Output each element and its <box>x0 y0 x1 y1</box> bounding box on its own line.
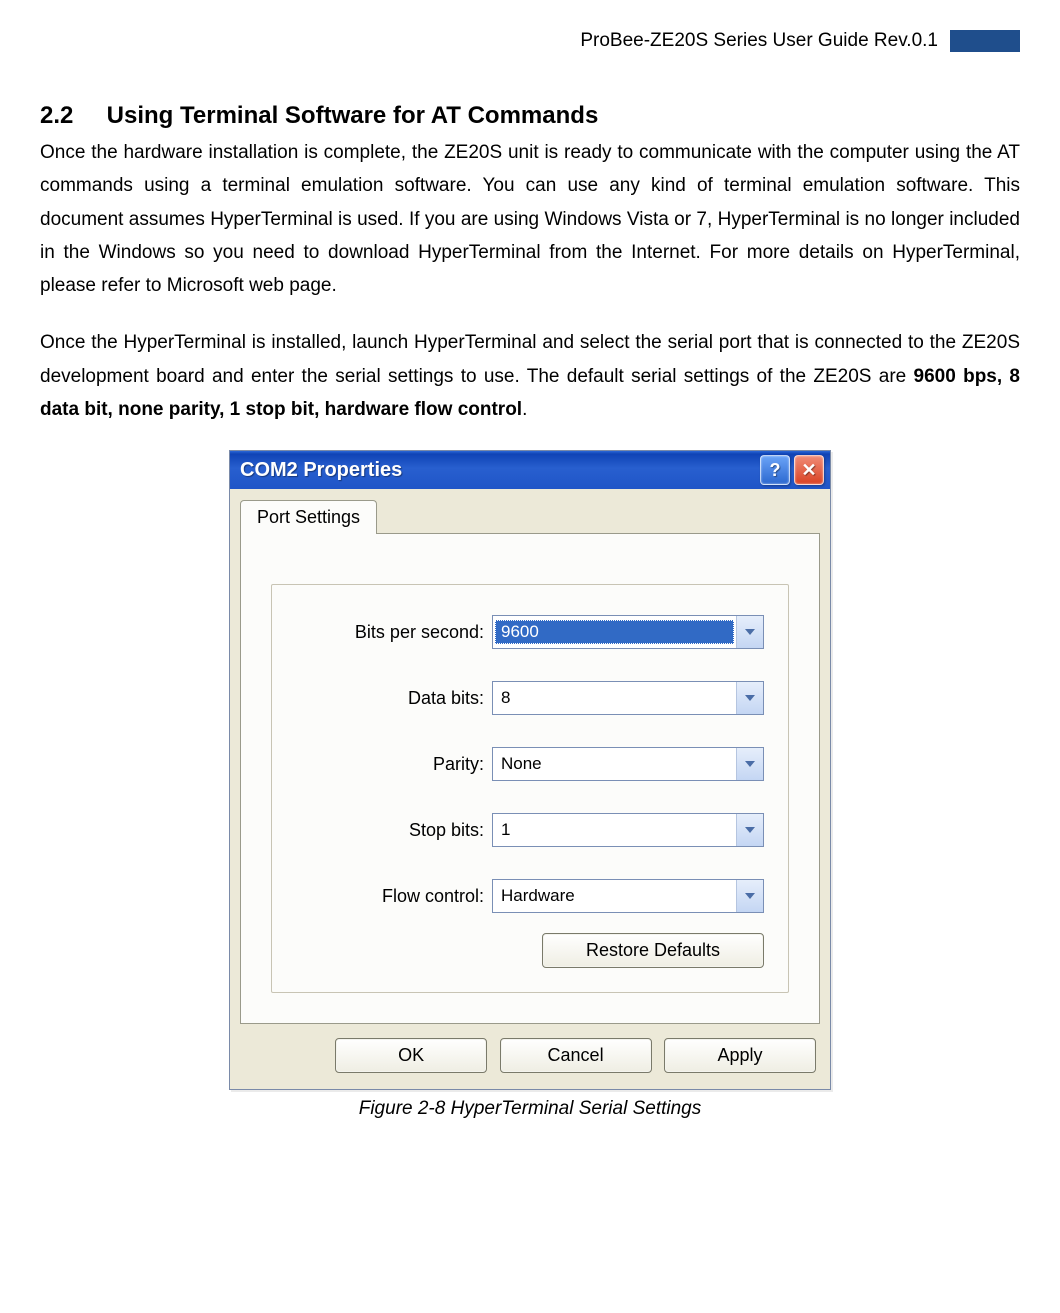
label-flow-control: Flow control: <box>296 886 492 907</box>
flow-control-value: Hardware <box>493 886 736 906</box>
chevron-down-icon[interactable] <box>736 748 763 780</box>
restore-defaults-button[interactable]: Restore Defaults <box>542 933 764 968</box>
ok-button[interactable]: OK <box>335 1038 487 1073</box>
dialog-titlebar[interactable]: COM2 Properties ? ✕ <box>230 451 830 489</box>
apply-button[interactable]: Apply <box>664 1038 816 1073</box>
dialog-title: COM2 Properties <box>240 459 402 482</box>
cancel-button[interactable]: Cancel <box>500 1038 652 1073</box>
help-icon[interactable]: ? <box>760 455 790 485</box>
settings-group: Bits per second: 9600 Data bits: 8 <box>271 584 789 993</box>
flow-control-select[interactable]: Hardware <box>492 879 764 913</box>
paragraph-1: Once the hardware installation is comple… <box>40 136 1020 302</box>
label-bits-per-second: Bits per second: <box>296 622 492 643</box>
doc-title: ProBee-ZE20S Series User Guide Rev.0.1 <box>580 30 950 52</box>
figure-caption: Figure 2-8 HyperTerminal Serial Settings <box>40 1098 1020 1120</box>
data-bits-value: 8 <box>493 688 736 708</box>
header-accent <box>950 30 1020 52</box>
section-title: Using Terminal Software for AT Commands <box>107 102 599 129</box>
section-number: 2.2 <box>40 102 100 130</box>
close-icon[interactable]: ✕ <box>794 455 824 485</box>
dialog-button-row: OK Cancel Apply <box>230 1024 830 1089</box>
paragraph-2-part-a: Once the HyperTerminal is installed, lau… <box>40 332 1020 386</box>
label-data-bits: Data bits: <box>296 688 492 709</box>
chevron-down-icon[interactable] <box>736 814 763 846</box>
label-parity: Parity: <box>296 754 492 775</box>
page-header: ProBee-ZE20S Series User Guide Rev.0.1 <box>40 30 1020 52</box>
section-heading: 2.2 Using Terminal Software for AT Comma… <box>40 102 1020 130</box>
paragraph-2: Once the HyperTerminal is installed, lau… <box>40 326 1020 426</box>
paragraph-2-part-b: . <box>522 399 527 420</box>
parity-select[interactable]: None <box>492 747 764 781</box>
bits-per-second-select[interactable]: 9600 <box>492 615 764 649</box>
data-bits-select[interactable]: 8 <box>492 681 764 715</box>
com-properties-dialog: COM2 Properties ? ✕ Port Settings Bits p… <box>229 450 831 1090</box>
stop-bits-select[interactable]: 1 <box>492 813 764 847</box>
chevron-down-icon[interactable] <box>736 682 763 714</box>
chevron-down-icon[interactable] <box>736 880 763 912</box>
parity-value: None <box>493 754 736 774</box>
tab-panel: Bits per second: 9600 Data bits: 8 <box>240 533 820 1024</box>
label-stop-bits: Stop bits: <box>296 820 492 841</box>
tab-bar: Port Settings <box>230 489 830 533</box>
chevron-down-icon[interactable] <box>736 616 763 648</box>
stop-bits-value: 1 <box>493 820 736 840</box>
bits-per-second-value: 9600 <box>495 620 734 644</box>
tab-port-settings[interactable]: Port Settings <box>240 500 377 534</box>
